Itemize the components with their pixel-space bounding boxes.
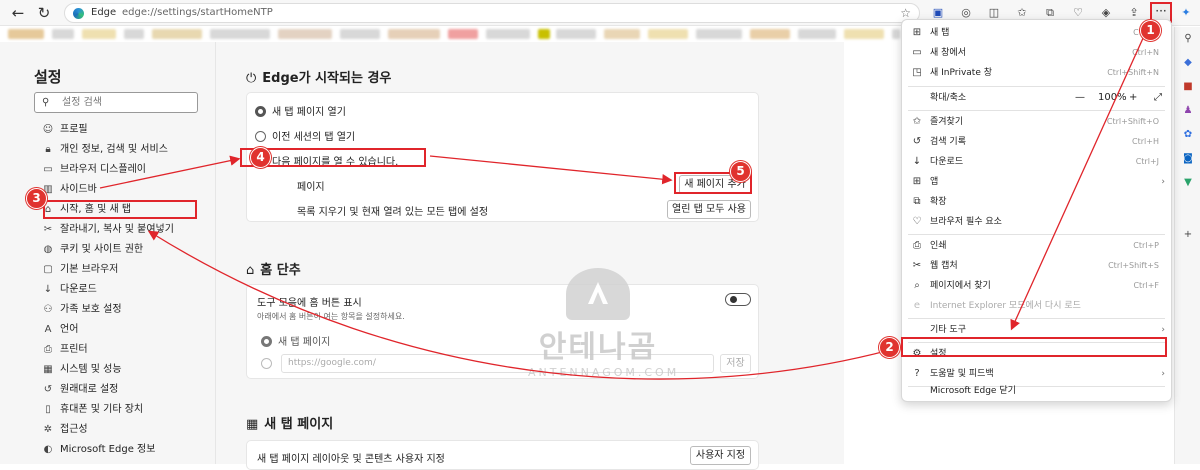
step-badge-2: 2 bbox=[879, 337, 900, 358]
step-badge-3: 3 bbox=[26, 188, 47, 209]
annotation-arrows bbox=[99, 35, 1145, 380]
step-badge-4: 4 bbox=[250, 147, 271, 168]
step-badge-5: 5 bbox=[730, 161, 751, 182]
step-badge-1: 1 bbox=[1140, 20, 1161, 41]
